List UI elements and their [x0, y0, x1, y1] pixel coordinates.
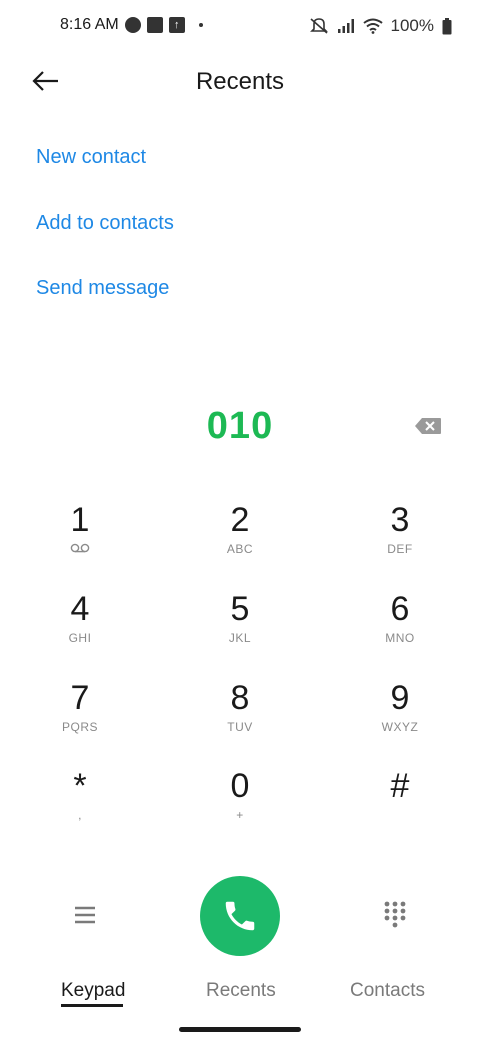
dialpad-button[interactable]	[382, 900, 408, 930]
key-digit: 0	[230, 767, 250, 805]
key-1[interactable]: 1	[20, 500, 140, 576]
key-3[interactable]: 3 DEF	[340, 500, 460, 576]
key-6[interactable]: 6 MNO	[340, 589, 460, 665]
backspace-button[interactable]	[414, 417, 442, 435]
status-left: 8:16 AM ↑	[60, 16, 203, 34]
active-tab-indicator	[61, 1004, 123, 1007]
key-hash[interactable]: #	[340, 766, 460, 842]
signal-icon	[337, 19, 354, 33]
key-digit: 7	[70, 679, 90, 717]
key-digit: *	[73, 767, 87, 805]
key-letters: ABC	[226, 542, 254, 556]
wifi-icon	[362, 18, 383, 34]
dialpad-icon	[384, 901, 406, 928]
mute-icon	[309, 18, 328, 34]
add-to-contacts-link[interactable]: Add to contacts	[36, 212, 174, 235]
dialed-number[interactable]: 010	[0, 405, 480, 448]
key-digit: 5	[230, 590, 250, 628]
key-digit: #	[390, 767, 410, 805]
key-letters: MNO	[385, 631, 415, 645]
key-0[interactable]: 0 +	[180, 766, 300, 842]
status-right: 100%	[309, 16, 452, 36]
key-9[interactable]: 9 WXYZ	[340, 678, 460, 754]
menu-icon	[75, 906, 95, 924]
key-letters: JKL	[228, 631, 252, 645]
home-indicator[interactable]	[179, 1027, 301, 1032]
send-message-link[interactable]: Send message	[36, 277, 169, 300]
key-5[interactable]: 5 JKL	[180, 589, 300, 665]
dot-icon	[198, 23, 203, 27]
phone-icon	[225, 901, 255, 931]
square-notification-icon	[146, 17, 163, 33]
key-letters: PQRS	[61, 720, 98, 734]
key-letters: ,	[78, 808, 82, 822]
call-button[interactable]	[200, 876, 280, 956]
key-letters: WXYZ	[381, 720, 419, 734]
key-letters: DEF	[387, 542, 413, 556]
alarm-icon	[124, 17, 141, 33]
upload-notification-icon: ↑	[168, 17, 185, 33]
menu-button[interactable]	[70, 900, 100, 930]
key-2[interactable]: 2 ABC	[180, 500, 300, 576]
tab-recents[interactable]: Recents	[206, 980, 276, 1002]
key-8[interactable]: 8 TUV	[180, 678, 300, 754]
battery-percent: 100%	[390, 16, 434, 35]
key-digit: 1	[70, 501, 90, 539]
key-4[interactable]: 4 GHI	[20, 589, 140, 665]
tab-contacts[interactable]: Contacts	[350, 980, 425, 1002]
key-digit: 4	[70, 590, 90, 628]
status-bar: 8:16 AM ↑ 100%	[0, 0, 480, 54]
backspace-icon	[415, 418, 441, 434]
key-digit: 6	[390, 590, 410, 628]
key-digit: 9	[390, 679, 410, 717]
key-digit: 8	[230, 679, 250, 717]
battery-icon	[442, 17, 452, 34]
key-letters: +	[236, 808, 244, 822]
key-letters: GHI	[68, 631, 92, 645]
key-star[interactable]: * ,	[20, 766, 140, 842]
top-bar: Recents	[0, 54, 480, 110]
voicemail-icon	[70, 542, 90, 556]
tab-keypad[interactable]: Keypad	[61, 980, 125, 1002]
status-time: 8:16 AM	[60, 16, 119, 33]
key-digit: 3	[390, 501, 410, 539]
key-7[interactable]: 7 PQRS	[20, 678, 140, 754]
page-title: Recents	[195, 68, 285, 95]
key-digit: 2	[230, 501, 250, 539]
new-contact-link[interactable]: New contact	[36, 146, 146, 169]
key-letters: TUV	[227, 720, 253, 734]
